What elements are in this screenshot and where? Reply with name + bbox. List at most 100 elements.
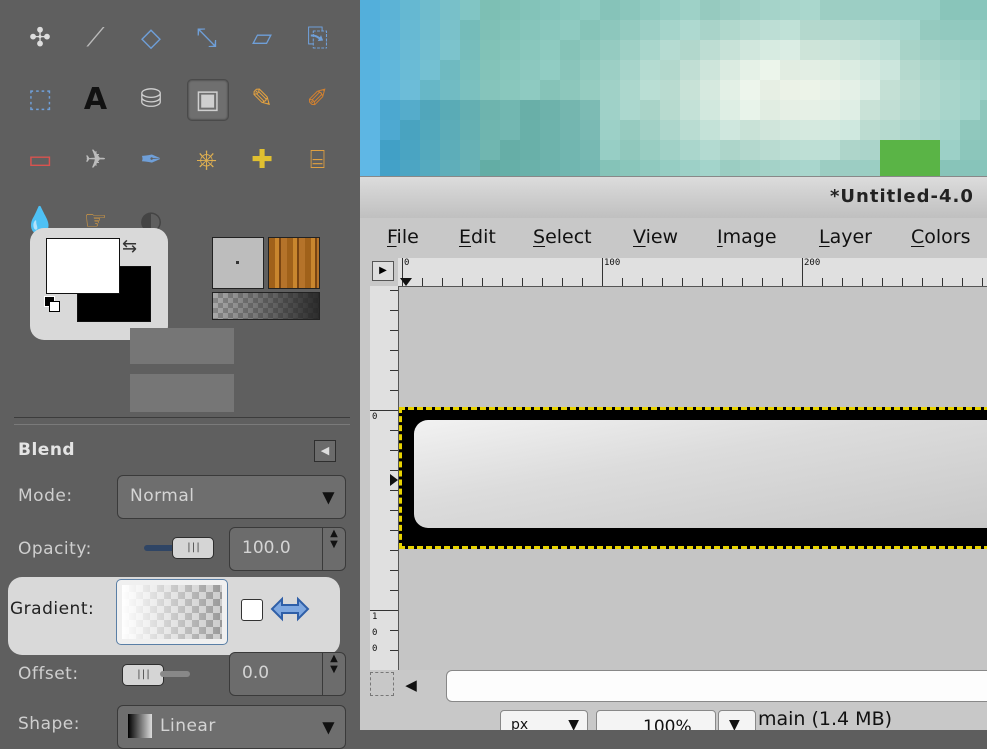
- reverse-gradient-checkbox[interactable]: [241, 599, 263, 621]
- perspective-tool-icon[interactable]: ▱: [242, 18, 282, 58]
- image-pixel: [660, 80, 680, 100]
- chevron-down-icon: ▼: [322, 487, 335, 507]
- eraser-tool-icon-glyph: ▭: [27, 145, 53, 175]
- menu-select[interactable]: Select: [533, 226, 592, 248]
- pencil-tool-icon[interactable]: ✎: [242, 79, 282, 119]
- horizontal-ruler[interactable]: 0 100 200: [398, 258, 987, 287]
- flip-tool-icon[interactable]: ⎘: [298, 18, 338, 58]
- image-pixel: [760, 40, 780, 60]
- offset-slider-thumb[interactable]: | | |: [122, 664, 164, 686]
- window-title-bar[interactable]: *Untitled-4.0: [360, 176, 987, 219]
- menu-layer[interactable]: Layer: [819, 226, 872, 248]
- reverse-arrows-icon[interactable]: [270, 591, 310, 631]
- image-pixel: [780, 60, 800, 80]
- gradient-picker-button[interactable]: [116, 579, 228, 645]
- image-pixel: [520, 100, 540, 120]
- panel-divider[interactable]: [14, 417, 350, 425]
- image-pixel: [660, 100, 680, 120]
- ruler-tick: [502, 278, 503, 286]
- image-pixel: [820, 80, 840, 100]
- image-pixel: [540, 100, 560, 120]
- image-pixel: [420, 40, 440, 60]
- offset-spinbox[interactable]: 0.0 ▲ ▼: [229, 652, 346, 696]
- navigate-icon[interactable]: [370, 672, 394, 696]
- gradient-swatch: [122, 585, 222, 639]
- default-colors-icon-bg[interactable]: [49, 301, 60, 312]
- airbrush-tool-icon[interactable]: ✈: [76, 140, 116, 180]
- image-pixel: [880, 140, 900, 160]
- selection-marquee[interactable]: [399, 407, 987, 549]
- tool-options-menu-icon[interactable]: ◀: [314, 440, 336, 462]
- image-pixel: [440, 20, 460, 40]
- image-pixel: [920, 20, 940, 40]
- image-pixel: [860, 100, 880, 120]
- scale-tool-icon[interactable]: ⤡: [187, 18, 227, 58]
- image-pixel: [620, 100, 640, 120]
- eraser-tool-icon[interactable]: ▭: [20, 140, 60, 180]
- image-pixel: [520, 120, 540, 140]
- gradient-preview[interactable]: [212, 292, 320, 320]
- cage-tool-icon[interactable]: ⬚: [20, 79, 60, 119]
- chevron-down-icon: ▼: [729, 717, 740, 730]
- zoom-dropdown[interactable]: ▼: [718, 710, 756, 730]
- menu-colors[interactable]: Colors: [911, 226, 971, 248]
- color-area-ghost-top: [130, 328, 234, 364]
- rotate-tool-icon[interactable]: ◇: [131, 18, 171, 58]
- ruler-tick: [702, 278, 703, 286]
- bucket-fill-tool-icon[interactable]: ⛁: [131, 79, 171, 119]
- image-pixel: [500, 0, 520, 20]
- image-pixel: [560, 0, 580, 20]
- image-pixel: [360, 60, 380, 80]
- perspective-clone-tool-icon[interactable]: ⌸: [298, 140, 338, 180]
- image-pixel: [820, 120, 840, 140]
- ruler-tick: [902, 278, 903, 286]
- shape-select[interactable]: Linear ▼: [117, 705, 346, 749]
- heal-tool-icon[interactable]: ✚: [242, 140, 282, 180]
- spin-arrows-icon[interactable]: ▲ ▼: [322, 528, 345, 570]
- ruler-tick: [542, 278, 543, 286]
- menu-mnemonic: S: [533, 226, 546, 248]
- foreground-color-swatch[interactable]: [46, 238, 120, 294]
- spin-arrows-icon[interactable]: ▲ ▼: [322, 653, 345, 695]
- image-pixel: [500, 80, 520, 100]
- ruler-label: 1: [372, 612, 378, 622]
- image-pixel: [860, 80, 880, 100]
- mode-select[interactable]: Normal ▼: [117, 475, 346, 519]
- move-tool-icon[interactable]: ✣: [20, 18, 60, 58]
- scrollbar-thumb[interactable]: [446, 670, 987, 702]
- scroll-left-arrow-icon[interactable]: ◀: [396, 670, 426, 700]
- image-pixel: [960, 40, 980, 60]
- image-pixel: [800, 0, 820, 20]
- image-pixel: [820, 140, 840, 160]
- menu-label-rest: iew: [645, 226, 679, 248]
- rotate-tool-icon-glyph: ◇: [141, 23, 161, 53]
- paintbrush-tool-icon-glyph: ✐: [306, 84, 329, 114]
- paintbrush-tool-icon[interactable]: ✐: [298, 79, 338, 119]
- canvas[interactable]: [399, 287, 987, 670]
- menu-image[interactable]: Image: [717, 226, 777, 248]
- menu-edit[interactable]: Edit: [459, 226, 496, 248]
- menu-file[interactable]: File: [387, 226, 419, 248]
- zoom-input[interactable]: 100%: [596, 710, 716, 730]
- ruler-tick: [782, 278, 783, 286]
- ink-tool-icon[interactable]: ✒: [131, 140, 171, 180]
- menu-view[interactable]: View: [633, 226, 678, 248]
- measure-tool-icon[interactable]: ⟋: [76, 18, 116, 58]
- offset-slider-track[interactable]: [160, 671, 190, 677]
- opacity-slider-thumb[interactable]: | | |: [172, 537, 214, 559]
- opacity-spinbox[interactable]: 100.0 ▲ ▼: [229, 527, 346, 571]
- text-tool-icon[interactable]: A: [76, 79, 116, 119]
- pattern-preview[interactable]: [268, 237, 320, 289]
- vertical-ruler[interactable]: 0 1 0 0: [370, 286, 399, 671]
- opacity-label: Opacity:: [18, 539, 92, 559]
- image-pixel: [380, 140, 400, 160]
- image-pixel: [820, 0, 840, 20]
- unit-select[interactable]: px ▼: [500, 710, 588, 730]
- blend-tool-icon[interactable]: ▣: [186, 79, 229, 121]
- image-pixel: [440, 60, 460, 80]
- linear-shape-icon: [128, 714, 152, 738]
- brush-preview[interactable]: [212, 237, 264, 289]
- clone-tool-icon[interactable]: ⎈: [187, 140, 227, 180]
- swap-colors-icon[interactable]: ⇆: [122, 236, 137, 257]
- quick-mask-toggle-icon[interactable]: ▶: [372, 261, 394, 281]
